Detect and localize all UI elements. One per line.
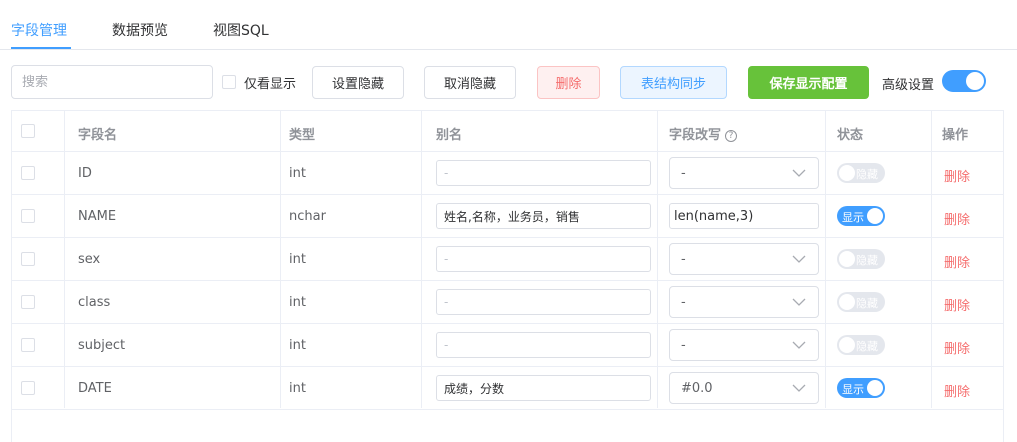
table-row: DATE int #0.0 显示 删除 (12, 367, 1003, 410)
switch-knob (839, 251, 855, 267)
advanced-settings-label: 高级设置 (882, 78, 935, 93)
alias-input[interactable] (436, 289, 651, 315)
chevron-down-icon (792, 298, 806, 306)
field-name-cell: sex (78, 252, 101, 267)
switch-knob (867, 208, 883, 224)
status-switch[interactable]: 隐藏 (837, 163, 885, 183)
table-row: sex int - 隐藏 删除 (12, 238, 1003, 281)
field-rewrite-value: #0.0 (681, 381, 713, 396)
only-show-label: 仅看显示 (244, 77, 297, 92)
alias-input[interactable] (436, 160, 651, 186)
status-switch[interactable]: 隐藏 (837, 292, 885, 312)
status-label: 显示 (842, 211, 864, 224)
field-rewrite-select[interactable]: - (669, 286, 819, 318)
alias-input[interactable] (436, 246, 651, 272)
set-hidden-button[interactable]: 设置隐藏 (312, 66, 404, 99)
question-icon[interactable]: ? (725, 130, 738, 142)
row-delete-link[interactable]: 删除 (944, 252, 970, 271)
table-row: NAME nchar 显示 删除 (12, 195, 1003, 238)
chevron-down-icon (792, 384, 806, 392)
field-rewrite-value: - (681, 338, 686, 353)
save-display-config-button[interactable]: 保存显示配置 (748, 66, 869, 99)
field-rewrite-select[interactable]: #0.0 (669, 372, 819, 404)
field-name-cell: subject (78, 338, 126, 353)
type-cell: int (289, 166, 306, 181)
advanced-settings-switch[interactable] (942, 70, 986, 92)
field-rewrite-value: - (681, 166, 686, 181)
chevron-down-icon (792, 255, 806, 263)
search-input[interactable] (11, 65, 213, 99)
row-delete-link[interactable]: 删除 (944, 381, 970, 400)
field-table: 字段名 类型 别名 字段改写? 状态 操作 IDint-隐藏删除NAMEncha… (11, 110, 1004, 442)
cancel-hidden-button[interactable]: 取消隐藏 (424, 66, 516, 99)
type-cell: int (289, 252, 306, 267)
switch-knob (839, 337, 855, 353)
switch-knob (839, 165, 855, 181)
row-checkbox[interactable] (21, 295, 35, 309)
row-checkbox[interactable] (21, 338, 35, 352)
sync-structure-button[interactable]: 表结构同步 (620, 66, 727, 99)
chevron-down-icon (792, 341, 806, 349)
field-name-cell: ID (78, 166, 92, 181)
header-action: 操作 (942, 128, 969, 143)
table-row: ID int - 隐藏 删除 (12, 152, 1003, 195)
status-switch[interactable]: 隐藏 (837, 335, 885, 355)
status-switch[interactable]: 显示 (837, 378, 885, 398)
header-field-rewrite-label: 字段改写 (669, 128, 722, 143)
row-delete-link[interactable]: 删除 (944, 166, 970, 185)
row-checkbox[interactable] (21, 209, 35, 223)
field-name-cell: NAME (78, 209, 117, 224)
field-rewrite-select[interactable]: - (669, 243, 819, 275)
status-switch[interactable]: 隐藏 (837, 249, 885, 269)
select-all-checkbox[interactable] (21, 124, 35, 138)
status-label: 隐藏 (856, 168, 878, 181)
status-label: 隐藏 (856, 254, 878, 267)
field-rewrite-value: - (681, 295, 686, 310)
tab-data-preview[interactable]: 数据预览 (112, 20, 168, 40)
header-status: 状态 (837, 128, 864, 143)
row-delete-link[interactable]: 删除 (944, 295, 970, 314)
field-name-cell: DATE (78, 381, 112, 396)
status-label: 隐藏 (856, 297, 878, 310)
table-row: subject int - 隐藏 删除 (12, 324, 1003, 367)
row-checkbox[interactable] (21, 252, 35, 266)
header-type: 类型 (289, 128, 316, 143)
field-rewrite-select[interactable]: - (669, 329, 819, 361)
tab-field-management[interactable]: 字段管理 (11, 20, 67, 40)
only-show-checkbox[interactable] (222, 75, 236, 89)
header-field-name: 字段名 (78, 128, 118, 143)
field-rewrite-select[interactable]: - (669, 157, 819, 189)
table-row: class int - 隐藏 删除 (12, 281, 1003, 324)
alias-input[interactable] (436, 332, 651, 358)
chevron-down-icon (792, 169, 806, 177)
switch-knob (966, 72, 984, 90)
status-switch[interactable]: 显示 (837, 206, 885, 226)
tab-view-sql[interactable]: 视图SQL (213, 20, 269, 40)
field-rewrite-value: - (681, 252, 686, 267)
field-rewrite-input[interactable] (669, 203, 819, 229)
header-field-rewrite: 字段改写? (669, 124, 738, 143)
row-delete-link[interactable]: 删除 (944, 209, 970, 228)
tab-bar: 字段管理 数据预览 视图SQL (0, 0, 1017, 50)
table-header: 字段名 类型 别名 字段改写? 状态 操作 (12, 111, 1003, 152)
row-checkbox[interactable] (21, 381, 35, 395)
alias-input[interactable] (436, 203, 651, 229)
switch-knob (839, 294, 855, 310)
type-cell: int (289, 295, 306, 310)
alias-input[interactable] (436, 375, 651, 401)
status-label: 隐藏 (856, 340, 878, 353)
row-checkbox[interactable] (21, 166, 35, 180)
delete-button[interactable]: 删除 (537, 66, 600, 99)
type-cell: int (289, 381, 306, 396)
type-cell: nchar (289, 209, 326, 224)
status-label: 显示 (842, 383, 864, 396)
row-delete-link[interactable]: 删除 (944, 338, 970, 357)
tab-divider (0, 49, 1017, 50)
type-cell: int (289, 338, 306, 353)
header-alias: 别名 (436, 128, 463, 143)
switch-knob (867, 380, 883, 396)
field-name-cell: class (78, 295, 111, 310)
